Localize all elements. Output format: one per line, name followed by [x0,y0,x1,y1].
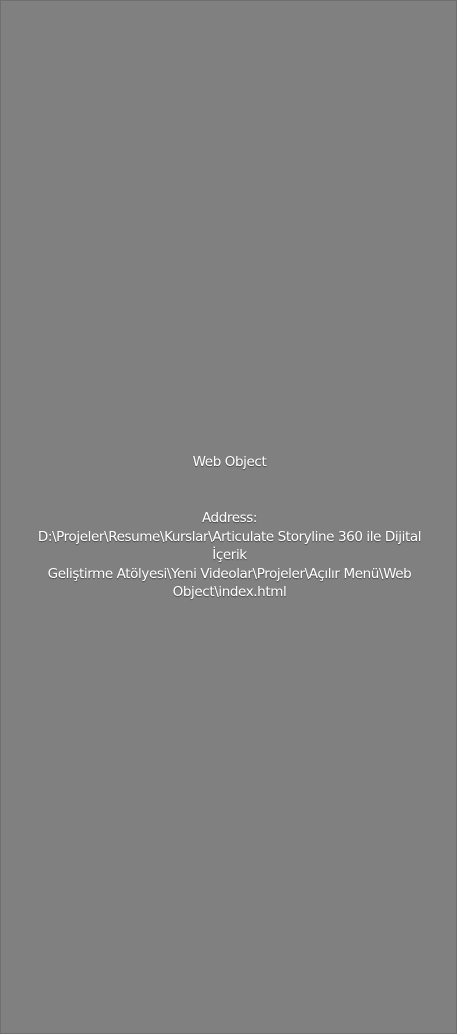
address-path-line-3: Object\index.html [172,584,287,601]
web-object-title: Web Object [192,454,267,470]
address-path-line-1: D:\Projeler\Resume\Kurslar\Articulate St… [37,528,422,564]
web-object-placeholder: Web Object Address: D:\Projeler\Resume\K… [0,0,457,1034]
address-label: Address: [201,510,258,526]
web-object-address: Address: D:\Projeler\Resume\Kurslar\Arti… [21,509,438,602]
address-path-line-2: Geliştirme Atölyesi\Yeni Videolar\Projel… [47,565,412,582]
